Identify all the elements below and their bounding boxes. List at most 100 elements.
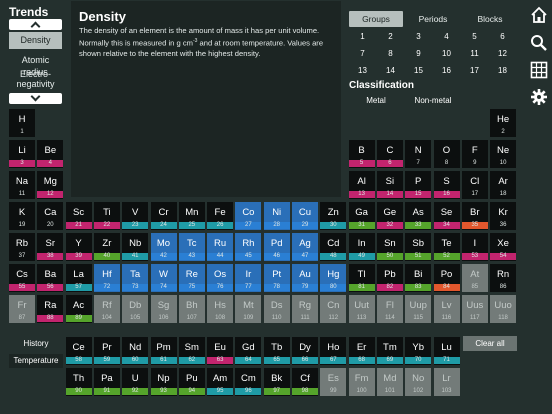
element-na[interactable]: Na 11 <box>9 171 35 199</box>
element-tc[interactable]: Tc 43 <box>178 233 205 261</box>
element-cn[interactable]: Cn 112 <box>320 295 347 323</box>
element-pr[interactable]: Pr 59 <box>93 337 120 365</box>
element-hg[interactable]: Hg 80 <box>320 264 347 292</box>
element-ar[interactable]: Ar 18 <box>490 171 517 199</box>
table-grid-icon[interactable] <box>530 61 548 79</box>
element-pb[interactable]: Pb 82 <box>376 264 403 292</box>
element-er[interactable]: Er 68 <box>348 337 375 365</box>
group-button-6[interactable]: 6 <box>489 29 516 44</box>
search-icon[interactable] <box>530 34 548 52</box>
group-button-10[interactable]: 10 <box>433 46 460 61</box>
element-ge[interactable]: Ge 32 <box>376 202 403 230</box>
element-cl[interactable]: Cl 17 <box>461 171 488 199</box>
group-button-17[interactable]: 17 <box>461 63 488 78</box>
element-cu[interactable]: Cu 29 <box>292 202 318 230</box>
element-ne[interactable]: Ne 10 <box>490 140 517 168</box>
element-sb[interactable]: Sb 51 <box>405 233 432 261</box>
element-fl[interactable]: Fl 114 <box>376 295 403 323</box>
clear-all-button[interactable]: Clear all <box>463 336 517 351</box>
gear-icon[interactable] <box>530 88 548 106</box>
element-ga[interactable]: Ga 31 <box>348 202 375 230</box>
element-u[interactable]: U 92 <box>122 368 149 396</box>
temperature-button[interactable]: Temperature <box>9 354 63 368</box>
element-uup[interactable]: Uup 115 <box>405 295 432 323</box>
trend-electronegativity-button[interactable]: Electro-negativity <box>9 68 62 90</box>
element-os[interactable]: Os 76 <box>207 264 234 292</box>
history-button[interactable]: History <box>9 337 63 350</box>
element-in[interactable]: In 49 <box>348 233 375 261</box>
element-no[interactable]: No 102 <box>405 368 432 396</box>
element-dy[interactable]: Dy 66 <box>292 337 318 365</box>
group-button-2[interactable]: 2 <box>377 29 404 44</box>
element-fm[interactable]: Fm 100 <box>348 368 375 396</box>
element-ds[interactable]: Ds 110 <box>263 295 290 323</box>
element-ag[interactable]: Ag 47 <box>292 233 318 261</box>
group-button-7[interactable]: 7 <box>349 46 376 61</box>
element-co[interactable]: Co 27 <box>235 202 262 230</box>
element-rb[interactable]: Rb 37 <box>9 233 35 261</box>
element-ce[interactable]: Ce 58 <box>65 337 92 365</box>
group-button-18[interactable]: 18 <box>489 63 516 78</box>
element-c[interactable]: C6 <box>376 140 403 168</box>
element-pu[interactable]: Pu 94 <box>178 368 205 396</box>
element-ni[interactable]: Ni 28 <box>263 202 290 230</box>
element-rg[interactable]: Rg 111 <box>292 295 318 323</box>
element-br[interactable]: Br 35 <box>461 202 488 230</box>
element-s[interactable]: S 16 <box>433 171 460 199</box>
element-tb[interactable]: Tb 65 <box>263 337 290 365</box>
element-mg[interactable]: Mg 12 <box>37 171 64 199</box>
element-b[interactable]: B5 <box>348 140 375 168</box>
group-button-15[interactable]: 15 <box>405 63 432 78</box>
element-fr[interactable]: Fr 87 <box>9 295 35 323</box>
element-al[interactable]: Al 13 <box>348 171 375 199</box>
element-cr[interactable]: Cr 24 <box>150 202 177 230</box>
element-w[interactable]: W 74 <box>150 264 177 292</box>
element-xe[interactable]: Xe 54 <box>490 233 517 261</box>
element-es[interactable]: Es 99 <box>320 368 347 396</box>
element-v[interactable]: V 23 <box>122 202 149 230</box>
element-eu[interactable]: Eu 63 <box>207 337 234 365</box>
element-am[interactable]: Am 95 <box>207 368 234 396</box>
tab-blocks[interactable]: Blocks <box>463 11 517 27</box>
group-button-1[interactable]: 1 <box>349 29 376 44</box>
trend-atomic-radius-button[interactable]: Atomic radius <box>9 54 62 77</box>
element-np[interactable]: Np 93 <box>150 368 177 396</box>
element-te[interactable]: Te 52 <box>433 233 460 261</box>
element-nd[interactable]: Nd 60 <box>122 337 149 365</box>
element-sr[interactable]: Sr 38 <box>37 233 64 261</box>
element-bi[interactable]: Bi 83 <box>405 264 432 292</box>
scroll-down-button[interactable] <box>9 91 62 104</box>
element-ta[interactable]: Ta 73 <box>122 264 149 292</box>
trend-density-button[interactable]: Density <box>9 32 62 49</box>
element-nb[interactable]: Nb 41 <box>122 233 149 261</box>
element-hs[interactable]: Hs 108 <box>207 295 234 323</box>
element-pm[interactable]: Pm 61 <box>150 337 177 365</box>
element-rf[interactable]: Rf 104 <box>93 295 120 323</box>
group-button-11[interactable]: 11 <box>461 46 488 61</box>
home-icon[interactable] <box>530 6 548 24</box>
element-uut[interactable]: Uut 113 <box>348 295 375 323</box>
element-be[interactable]: Be 4 <box>37 140 64 168</box>
element-ra[interactable]: Ra 88 <box>37 295 64 323</box>
element-mt[interactable]: Mt 109 <box>235 295 262 323</box>
element-h[interactable]: H1 <box>9 109 35 137</box>
metal-button[interactable]: Metal <box>349 93 403 108</box>
group-button-16[interactable]: 16 <box>433 63 460 78</box>
group-button-13[interactable]: 13 <box>349 63 376 78</box>
group-button-8[interactable]: 8 <box>377 46 404 61</box>
element-yb[interactable]: Yb 70 <box>405 337 432 365</box>
element-ac[interactable]: Ac 89 <box>65 295 92 323</box>
element-sm[interactable]: Sm 62 <box>178 337 205 365</box>
element-tm[interactable]: Tm 69 <box>376 337 403 365</box>
element-y[interactable]: Y 39 <box>65 233 92 261</box>
element-pd[interactable]: Pd 46 <box>263 233 290 261</box>
element-ca[interactable]: Ca 20 <box>37 202 64 230</box>
element-si[interactable]: Si 14 <box>376 171 403 199</box>
element-ir[interactable]: Ir 77 <box>235 264 262 292</box>
element-sc[interactable]: Sc 21 <box>65 202 92 230</box>
element-la[interactable]: La 57 <box>65 264 92 292</box>
element-he[interactable]: He 2 <box>490 109 517 137</box>
element-lr[interactable]: Lr 103 <box>433 368 460 396</box>
element-hf[interactable]: Hf 72 <box>93 264 120 292</box>
element-fe[interactable]: Fe 26 <box>207 202 234 230</box>
